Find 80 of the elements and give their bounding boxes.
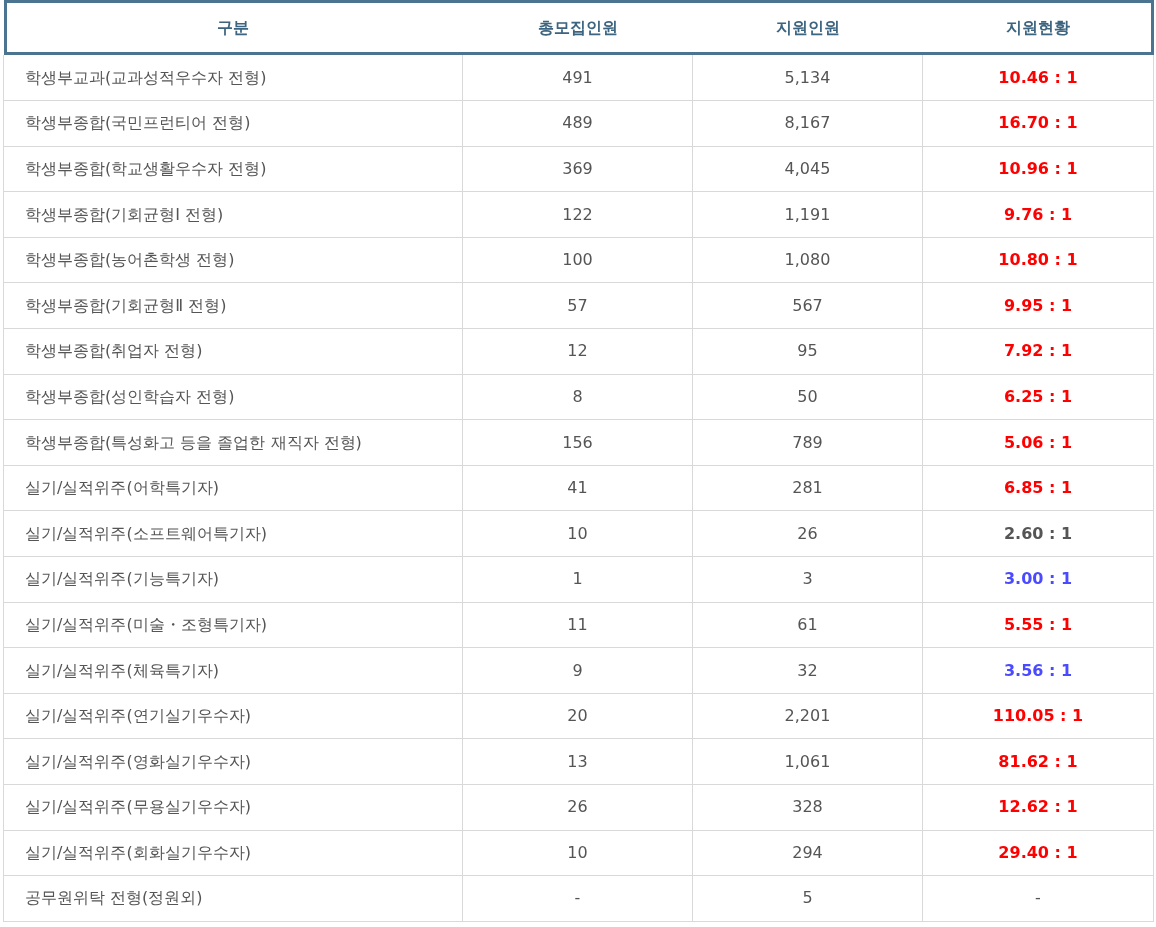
table-cell: 122 — [462, 191, 693, 238]
table-cell: 12.62 : 1 — [922, 784, 1154, 831]
table-cell: 6.25 : 1 — [922, 374, 1154, 420]
table-cell: 9.95 : 1 — [922, 282, 1154, 329]
table-cell: 26 — [692, 510, 923, 557]
table-cell: 학생부종합(취업자 전형) — [3, 328, 463, 375]
table-cell: 실기/실적위주(회화실기우수자) — [3, 830, 463, 876]
table-cell: 학생부종합(농어촌학생 전형) — [3, 237, 463, 283]
column-header: 지원현황 — [922, 0, 1154, 55]
table-cell: 29.40 : 1 — [922, 830, 1154, 876]
table-cell: 489 — [462, 100, 693, 147]
table-cell: 1 — [462, 556, 693, 603]
column-header: 구분 — [3, 0, 463, 55]
table-cell: 61 — [692, 602, 923, 648]
table-cell: 3.00 : 1 — [922, 556, 1154, 603]
table-cell: 2,201 — [692, 693, 923, 739]
table-cell: 5.06 : 1 — [922, 419, 1154, 466]
table-cell: 20 — [462, 693, 693, 739]
table-cell: 32 — [692, 647, 923, 694]
table-cell: 3 — [692, 556, 923, 603]
table-cell: 9 — [462, 647, 693, 694]
table-cell: 10.80 : 1 — [922, 237, 1154, 283]
table-cell: 실기/실적위주(기능특기자) — [3, 556, 463, 603]
table-cell: 1,191 — [692, 191, 923, 238]
table-cell: 학생부종합(기회균형Ⅰ 전형) — [3, 191, 463, 238]
table-cell: 110.05 : 1 — [922, 693, 1154, 739]
table-cell: 실기/실적위주(소프트웨어특기자) — [3, 510, 463, 557]
table-cell: 10.96 : 1 — [922, 146, 1154, 192]
table-cell: 8,167 — [692, 100, 923, 147]
table-cell: 5,134 — [692, 55, 923, 101]
table-cell: 95 — [692, 328, 923, 375]
table-cell: 4,045 — [692, 146, 923, 192]
table-cell: 26 — [462, 784, 693, 831]
table-cell: 학생부종합(학교생활우수자 전형) — [3, 146, 463, 192]
table-cell: 실기/실적위주(무용실기우수자) — [3, 784, 463, 831]
table-cell: 공무원위탁 전형(정원외) — [3, 875, 463, 922]
table-cell: 16.70 : 1 — [922, 100, 1154, 147]
table-cell: 10 — [462, 510, 693, 557]
table-cell: 5 — [692, 875, 923, 922]
table-cell: 8 — [462, 374, 693, 420]
table-cell: 5.55 : 1 — [922, 602, 1154, 648]
table-cell: 실기/실적위주(미술・조형특기자) — [3, 602, 463, 648]
table-cell: 11 — [462, 602, 693, 648]
table-cell: 실기/실적위주(영화실기우수자) — [3, 738, 463, 785]
table-cell: 실기/실적위주(연기실기우수자) — [3, 693, 463, 739]
table-cell: 1,061 — [692, 738, 923, 785]
column-header: 지원인원 — [692, 0, 923, 55]
table-cell: 학생부교과(교과성적우수자 전형) — [3, 55, 463, 101]
column-header: 총모집인원 — [462, 0, 693, 55]
table-cell: 100 — [462, 237, 693, 283]
table-cell: 6.85 : 1 — [922, 465, 1154, 511]
table-cell: 실기/실적위주(어학특기자) — [3, 465, 463, 511]
table-cell: 10 — [462, 830, 693, 876]
table-cell: 41 — [462, 465, 693, 511]
table-cell: 369 — [462, 146, 693, 192]
table-cell: - — [922, 875, 1154, 922]
table-cell: 학생부종합(기회균형Ⅱ 전형) — [3, 282, 463, 329]
table-cell: 57 — [462, 282, 693, 329]
table-cell: 156 — [462, 419, 693, 466]
table-cell: 1,080 — [692, 237, 923, 283]
table-cell: 7.92 : 1 — [922, 328, 1154, 375]
table-cell: 328 — [692, 784, 923, 831]
table-cell: 학생부종합(국민프런티어 전형) — [3, 100, 463, 147]
table-cell: 학생부종합(성인학습자 전형) — [3, 374, 463, 420]
table-cell: 학생부종합(특성화고 등을 졸업한 재직자 전형) — [3, 419, 463, 466]
table-cell: 실기/실적위주(체육특기자) — [3, 647, 463, 694]
table-cell: 789 — [692, 419, 923, 466]
table-cell: 491 — [462, 55, 693, 101]
table-cell: 81.62 : 1 — [922, 738, 1154, 785]
table-cell: 50 — [692, 374, 923, 420]
table-cell: 294 — [692, 830, 923, 876]
table-cell: 3.56 : 1 — [922, 647, 1154, 694]
table-cell: - — [462, 875, 693, 922]
table-cell: 12 — [462, 328, 693, 375]
table-cell: 9.76 : 1 — [922, 191, 1154, 238]
table-cell: 13 — [462, 738, 693, 785]
table-cell: 2.60 : 1 — [922, 510, 1154, 557]
table-cell: 567 — [692, 282, 923, 329]
table-cell: 281 — [692, 465, 923, 511]
table-cell: 10.46 : 1 — [922, 55, 1154, 101]
